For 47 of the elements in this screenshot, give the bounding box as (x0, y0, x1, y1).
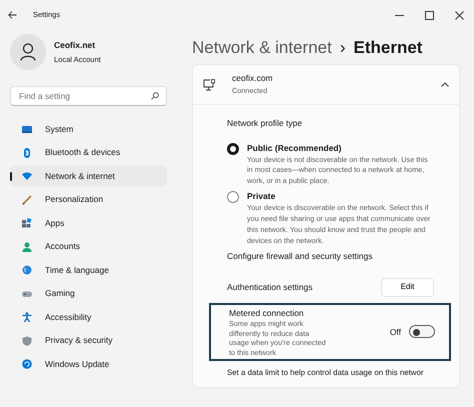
person-icon (22, 242, 32, 252)
metered-title: Metered connection (229, 306, 305, 320)
nav-item[interactable]: Accounts (10, 236, 167, 256)
network-name: ceofix.com (232, 72, 274, 84)
authentication-label: Authentication settings (227, 280, 313, 294)
toggle-state-label: Off (390, 326, 401, 338)
option-label: Private (247, 190, 276, 204)
monitor-icon (22, 124, 32, 134)
brush-icon (22, 194, 32, 204)
wifi-icon (22, 171, 32, 181)
globe-icon (22, 265, 32, 275)
nav-item[interactable]: Accessibility (10, 307, 167, 327)
nav-item[interactable]: Privacy & security (10, 330, 167, 350)
back-icon[interactable] (8, 11, 17, 19)
option-label: Public (Recommended) (247, 142, 342, 154)
update-icon (22, 359, 32, 369)
nav-item[interactable]: Network & internet (10, 166, 167, 186)
search-icon (151, 92, 159, 100)
maximize-icon[interactable] (424, 10, 434, 20)
search-field[interactable]: Find a setting (10, 86, 167, 106)
firewall-settings-link[interactable]: Configure firewall and security settings (227, 250, 441, 263)
nav-item[interactable]: Time & language (10, 260, 167, 280)
chevron-up-icon[interactable] (441, 82, 449, 87)
nav-item[interactable]: System (10, 119, 167, 139)
gamepad-icon (22, 288, 32, 298)
section-heading: Network profile type (227, 117, 304, 130)
accessibility-icon (22, 312, 32, 322)
account-name: Ceofix.net (54, 39, 96, 52)
metered-toggle[interactable] (409, 325, 435, 338)
nav-item[interactable]: Gaming (10, 284, 167, 304)
page-title: Ethernet (354, 37, 422, 60)
breadcrumb-parent[interactable]: Network & internet (192, 35, 332, 61)
close-icon[interactable] (454, 10, 464, 20)
shield-icon (22, 336, 32, 346)
apps-icon (22, 218, 32, 228)
nav-item[interactable]: Personalization (10, 190, 167, 210)
edit-button[interactable]: Edit (381, 278, 434, 297)
avatar (10, 34, 46, 70)
minimize-icon[interactable] (394, 14, 404, 16)
breadcrumb-separator: › (340, 37, 346, 60)
bluetooth-icon (22, 148, 32, 158)
nav-item[interactable]: Bluetooth & devices (10, 142, 167, 162)
nav-item[interactable]: Windows Update (10, 354, 167, 374)
nav-item[interactable]: Apps (10, 213, 167, 233)
radio-button[interactable] (227, 142, 239, 155)
radio-button[interactable] (227, 191, 239, 204)
ethernet-monitor-icon (203, 78, 216, 90)
